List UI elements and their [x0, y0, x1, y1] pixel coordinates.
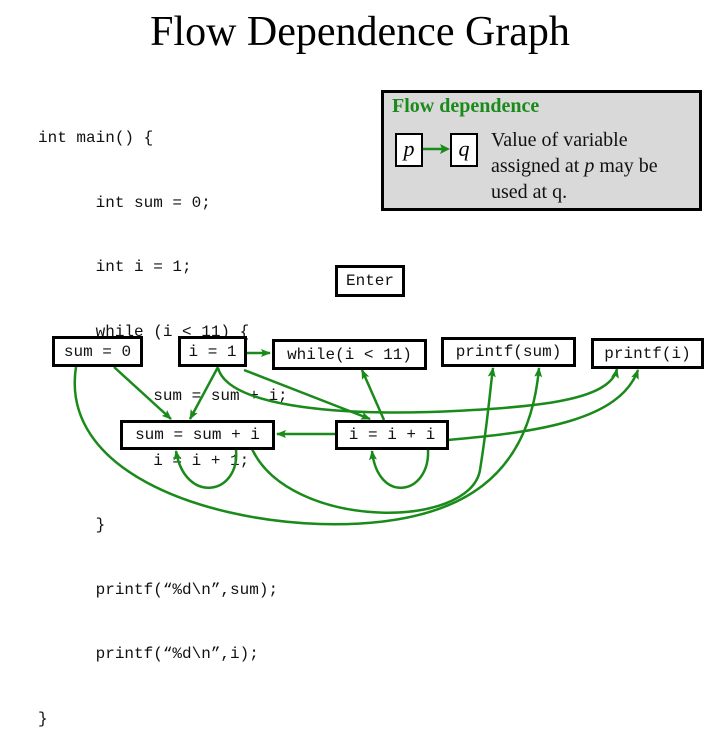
code-line: }: [38, 709, 48, 728]
node-printf-i: printf(i): [591, 338, 704, 369]
node-enter: Enter: [335, 265, 405, 297]
node-sum-init: sum = 0: [52, 336, 143, 367]
edge-sumupdate-self: [173, 449, 238, 489]
edge-i1-sumupdate: [188, 366, 220, 420]
edge-sum0-sumupdate: [113, 366, 172, 420]
code-line: printf(“%d\n”,i);: [38, 645, 259, 663]
node-printf-sum: printf(sum): [441, 337, 576, 367]
node-i-init: i = 1: [178, 336, 247, 367]
node-i-update: i = i + i: [335, 420, 449, 450]
node-while: while(i < 11): [272, 339, 427, 370]
node-sum-update: sum = sum + i: [120, 420, 275, 450]
edge-iupdate-self: [369, 449, 430, 489]
code-line: printf(“%d\n”,sum);: [38, 580, 279, 599]
edge-i1-printfi: [216, 367, 619, 414]
